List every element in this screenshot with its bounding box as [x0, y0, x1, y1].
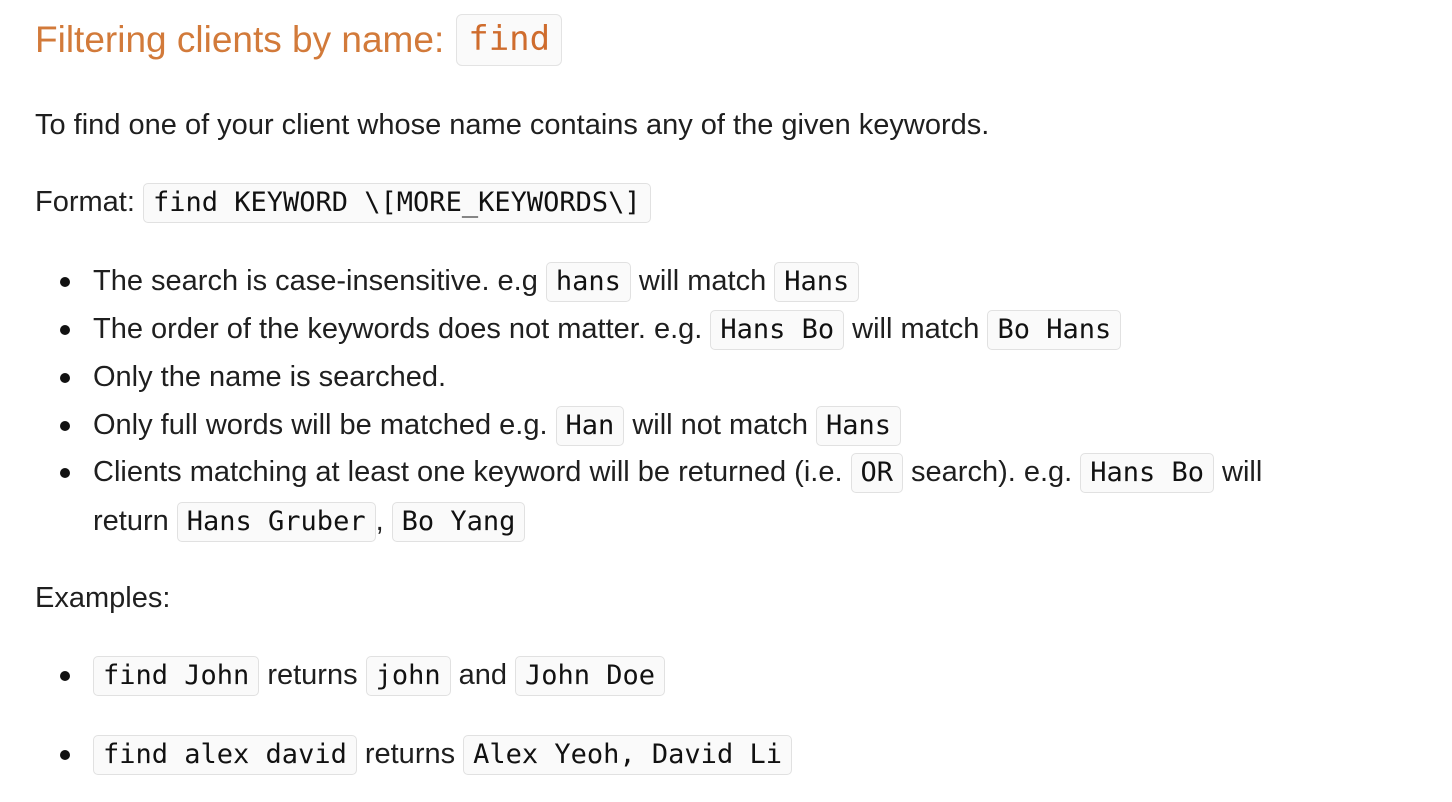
inline-code: john [365, 656, 451, 697]
bullet-dot [60, 421, 70, 431]
format-code: find KEYWORD \[MORE_KEYWORDS\] [142, 183, 651, 224]
rule-text: will match [852, 313, 980, 345]
rule-text: will match [638, 265, 767, 297]
rule-text: will not match [632, 409, 808, 441]
rule-text: Clients matching at least one keyword wi… [93, 456, 843, 488]
inline-code: Bo Yang [391, 502, 526, 543]
bullet-dot [60, 671, 70, 681]
heading-command-code: find [456, 14, 563, 66]
inline-code: Alex Yeoh, David Li [463, 735, 792, 776]
inline-code: John Doe [515, 656, 666, 697]
inline-code: hans [545, 262, 631, 303]
heading-text: Filtering clients by name: [35, 19, 445, 60]
inline-code: Hans [774, 262, 860, 303]
rule-text: Only the name is searched. [93, 361, 447, 393]
inline-code: find alex david [93, 735, 357, 776]
rule-text: will [1222, 456, 1263, 488]
rule-text: search). e.g. [911, 456, 1073, 488]
inline-code: find John [93, 656, 260, 697]
rule-text: The search is case-insensitive. e.g [93, 265, 538, 297]
bullet-dot [60, 750, 70, 760]
rule-text: Only full words will be matched e.g. [93, 409, 548, 441]
inline-code: Bo Hans [987, 310, 1122, 351]
bullet-dot [60, 277, 70, 287]
inline-code: Hans Gruber [176, 502, 376, 543]
inline-code: Hans Bo [710, 310, 845, 351]
format-line: Format: find KEYWORD \[MORE_KEYWORDS\] [35, 182, 651, 224]
rule-text: , [375, 505, 384, 537]
section-heading: Filtering clients by name: find [35, 12, 563, 68]
example-text: returns [267, 659, 358, 691]
rule-text: The order of the keywords does not matte… [93, 313, 703, 345]
bullet-dot [60, 373, 70, 383]
example-text: returns [364, 738, 456, 770]
example-text: and [458, 659, 507, 691]
intro-paragraph: To find one of your client whose name co… [35, 109, 990, 141]
inline-code: Hans [815, 406, 902, 447]
examples-label: Examples: [35, 582, 171, 614]
rule-text: return [93, 505, 169, 537]
bullet-dot [60, 468, 70, 478]
inline-code: Hans Bo [1080, 453, 1215, 494]
inline-code: Han [555, 406, 625, 447]
format-label: Format: [35, 186, 143, 218]
inline-code: OR [850, 453, 904, 494]
bullet-dot [60, 325, 70, 335]
